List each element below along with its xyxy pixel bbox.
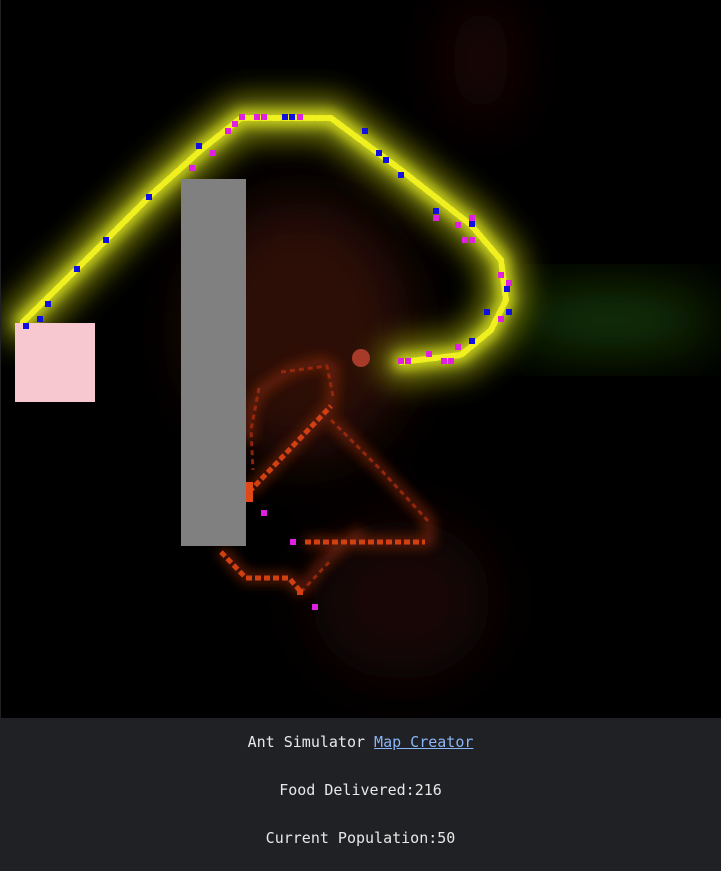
- title-row: Ant Simulator Map Creator: [0, 733, 721, 751]
- wall-obstacle: [181, 179, 246, 546]
- stats-panel: Ant Simulator Map Creator Food Delivered…: [0, 718, 721, 871]
- food-pheromone-haze: [501, 292, 721, 348]
- trail-marker: [297, 589, 303, 595]
- population-value: 50: [437, 829, 456, 847]
- food-delivered-row: Food Delivered:216: [0, 781, 721, 799]
- population-label: Current Population:: [265, 829, 438, 847]
- food-source: [352, 349, 370, 367]
- map-creator-link[interactable]: Map Creator: [374, 733, 473, 751]
- food-delivered-value: 216: [414, 781, 442, 799]
- population-row: Current Population:50: [0, 829, 721, 847]
- simulation-canvas[interactable]: [1, 0, 721, 718]
- app-title: Ant Simulator: [247, 733, 366, 751]
- food-delivered-label: Food Delivered:: [279, 781, 415, 799]
- ant-nest: [15, 323, 95, 402]
